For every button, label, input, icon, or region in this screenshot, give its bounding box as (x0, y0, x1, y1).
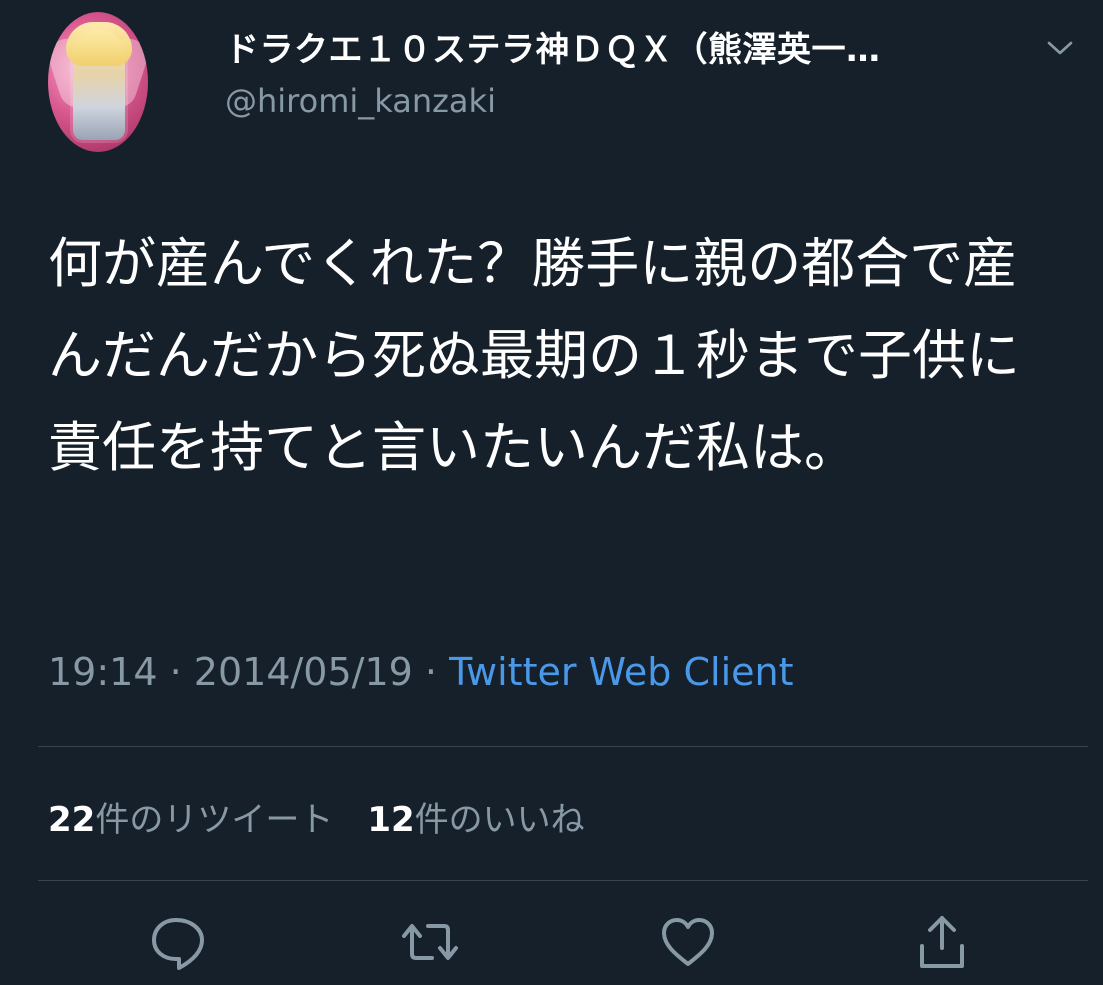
retweets-label: 件のリツイート (95, 800, 334, 840)
divider (38, 746, 1088, 747)
meta-separator: · (169, 650, 182, 694)
tweet-time[interactable]: 19:14 (48, 650, 158, 694)
author-display-name[interactable]: ドラクエ１０ステラ神ＤＱＸ（熊澤英一… (225, 22, 881, 71)
chevron-down-icon[interactable] (1046, 38, 1074, 58)
retweet-icon (402, 924, 458, 960)
tweet-text: 何が産んでくれた？勝手に親の都合で産んだんだから死ぬ最期の１秒まで子供に責任を持… (48, 232, 1020, 479)
likes-stat[interactable]: 12件のいいね (367, 800, 584, 840)
tweet-stats: 22件のリツイート 12件のいいね (48, 792, 585, 841)
meta-separator-2: · (424, 650, 438, 694)
divider (38, 880, 1088, 881)
share-icon (920, 916, 964, 968)
tweet-actions (0, 910, 1103, 985)
like-heart-icon (662, 918, 714, 966)
retweets-count: 22 (48, 800, 96, 840)
like-button[interactable] (656, 910, 720, 974)
reply-button[interactable] (146, 910, 210, 974)
tweet-date[interactable]: 2014/05/19 (194, 650, 413, 694)
avatar[interactable] (48, 12, 148, 152)
retweets-stat[interactable]: 22件のリツイート (48, 800, 333, 840)
author-handle[interactable]: @hiromi_kanzaki (225, 82, 496, 120)
reply-icon (152, 918, 204, 970)
likes-label: 件のいいね (414, 800, 585, 840)
avatar-hair (66, 22, 132, 66)
tweet-meta: 19:14 · 2014/05/19 · Twitter Web Client (48, 650, 793, 694)
tweet-detail: ドラクエ１０ステラ神ＤＱＸ（熊澤英一… @hiromi_kanzaki 何が産ん… (0, 0, 1103, 985)
share-button[interactable] (910, 910, 974, 974)
likes-count: 12 (367, 800, 415, 840)
retweet-button[interactable] (398, 910, 462, 974)
tweet-source-link[interactable]: Twitter Web Client (449, 650, 793, 694)
